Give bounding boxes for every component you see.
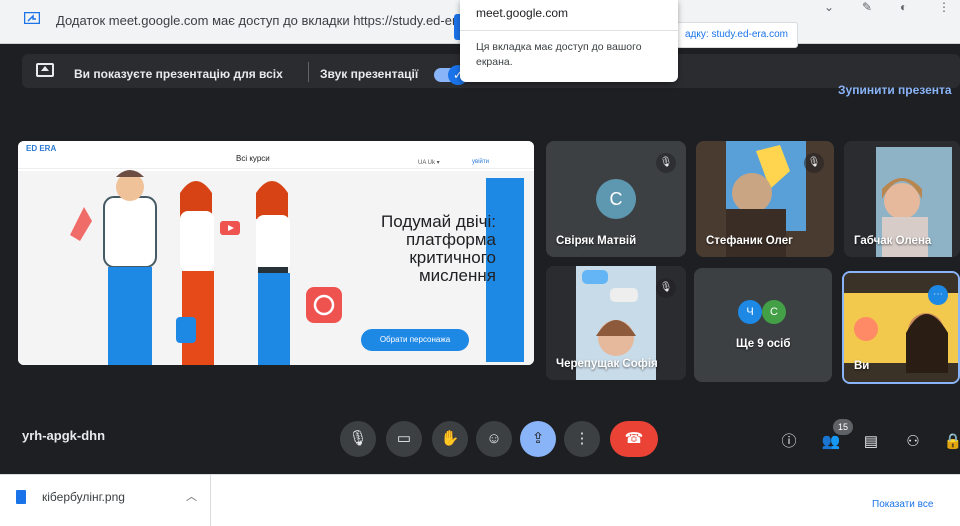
self-view-tile[interactable]: ⋯ Ви (842, 271, 960, 384)
choose-character-button[interactable]: Обрати персонажа (361, 329, 469, 351)
avatar: Ч (738, 300, 762, 324)
show-all-button[interactable]: Показати все (872, 499, 933, 510)
present-icon: ⇪ (531, 430, 545, 447)
more-options-button[interactable]: ⋮ (564, 421, 600, 457)
popup-divider (460, 30, 678, 31)
characters-illustration (70, 170, 342, 365)
mic-off-icon: 🎙 (656, 278, 676, 298)
activities-icon[interactable]: ⚇ (902, 431, 924, 453)
image-file-icon (16, 490, 26, 504)
avatar: С (762, 300, 786, 324)
slide-headline: Подумай двічі: платформа критичного мисл… (381, 212, 496, 285)
more-participants-label: Ще 9 осіб (736, 338, 791, 350)
participant-tile[interactable]: С 🎙 Свіряк Матвій (546, 141, 686, 257)
share-this-tab-button[interactable]: адку: study.ed-era.com (676, 22, 798, 48)
ed-era-logo: ED ERA (26, 144, 57, 153)
popup-origin: meet.google.com (476, 6, 569, 20)
emoji-icon: ☺ (486, 430, 502, 447)
participant-name: Габчак Олена (854, 235, 932, 247)
minimize-icon[interactable]: ⌄ (824, 0, 834, 14)
more-options-icon[interactable]: ⋯ (928, 285, 948, 305)
slide-nav-courses: Всі курси (236, 154, 270, 163)
mic-button[interactable]: 🎙 (340, 421, 376, 457)
info-icon[interactable]: ⓘ (778, 431, 800, 453)
participant-tile[interactable]: 🎙 Черепущак Софія (546, 266, 686, 380)
stop-presenting-button[interactable]: Зупинити презента (838, 83, 952, 97)
download-filename[interactable]: кібербулінг.png (42, 490, 125, 504)
end-call-icon: ☎ (624, 430, 644, 447)
more-participants-tile[interactable]: Ч С Ще 9 осіб (694, 268, 832, 382)
slide-lang: UA Uk ▾ (418, 160, 440, 166)
participant-name: Свіряк Матвій (556, 235, 637, 247)
chevron-up-icon[interactable]: ︿ (186, 488, 197, 504)
presentation-tile: ED ERA Всі курси UA Uk ▾ увійти Подумай … (18, 141, 534, 365)
participant-count-badge: 15 (833, 419, 853, 435)
avatar: С (596, 179, 636, 219)
slide-header: ED ERA Всі курси UA Uk ▾ увійти (18, 141, 534, 169)
site-access-popup: meet.google.com Ця вкладка має доступ до… (460, 0, 678, 82)
mic-icon: 🎙 (348, 430, 368, 447)
participant-name: Стефаник Олег (706, 235, 793, 247)
slide-login: увійти (472, 159, 489, 165)
edit-icon[interactable]: ✎ (862, 0, 872, 14)
screen-share-icon (23, 11, 41, 25)
mic-off-icon: 🎙 (804, 153, 824, 173)
camera-button[interactable]: ▭ (386, 421, 422, 457)
participant-name: Ви (854, 360, 870, 372)
participant-name: Черепущак Софія (556, 358, 658, 370)
extensions-icon[interactable]: ◐ (900, 0, 907, 14)
popup-note: Ця вкладка має доступ до вашого екрана. (476, 41, 642, 68)
present-button[interactable]: ⇪ (520, 421, 556, 457)
hand-icon: ✋ (440, 430, 460, 447)
menu-icon[interactable]: ⋮ (938, 0, 950, 14)
raise-hand-button[interactable]: ✋ (432, 421, 468, 457)
participant-tile[interactable]: 🎙 Стефаник Олег (696, 141, 834, 257)
lock-icon[interactable]: 🔒 (942, 431, 960, 453)
mic-off-icon: 🎙 (656, 153, 676, 173)
camera-icon: ▭ (396, 430, 412, 447)
emoji-button[interactable]: ☺ (476, 421, 512, 457)
meeting-code: yrh-apgk-dhn (22, 428, 106, 443)
download-shelf: кібербулінг.png ︿ Показати все (0, 474, 960, 526)
end-call-button[interactable]: ☎ (610, 421, 658, 457)
chat-icon[interactable]: ▤ (860, 431, 882, 453)
more-icon: ⋮ (574, 430, 590, 447)
download-divider (210, 475, 211, 526)
participant-tile[interactable]: Габчак Олена (844, 141, 960, 257)
sharing-message: Додаток meet.google.com має доступ до вк… (56, 13, 492, 28)
